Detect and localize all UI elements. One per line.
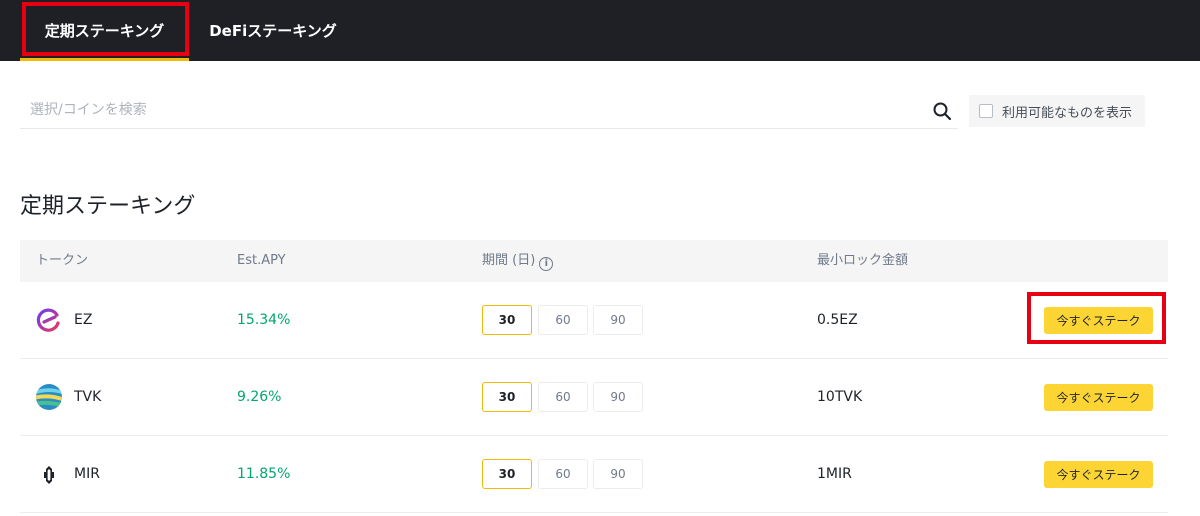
tab-defi-staking[interactable]: DeFiステーキング xyxy=(198,0,348,61)
stake-now-button[interactable]: 今すぐステーク xyxy=(1044,461,1153,488)
info-icon[interactable]: i xyxy=(539,257,554,271)
header-apy: Est.APY xyxy=(237,253,286,268)
table-row: TVK 9.26% 30 60 90 10TVK 今すぐステーク xyxy=(20,359,1168,436)
apy-value: 9.26% xyxy=(237,389,282,405)
ez-coin-icon xyxy=(36,308,60,332)
stake-now-button[interactable]: 今すぐステーク xyxy=(1044,307,1153,334)
duration-30-option[interactable]: 30 xyxy=(482,305,532,335)
min-lock-amount: 0.5EZ xyxy=(817,312,858,328)
duration-60-option[interactable]: 60 xyxy=(538,459,588,489)
mir-coin-icon xyxy=(44,466,54,484)
duration-90-option[interactable]: 90 xyxy=(593,305,643,335)
search-bar xyxy=(20,91,958,129)
coin-name: MIR xyxy=(74,466,100,482)
coin-name: TVK xyxy=(74,389,102,405)
duration-30-option[interactable]: 30 xyxy=(482,382,532,412)
page-title: 定期ステーキング xyxy=(20,194,196,219)
duration-60-option[interactable]: 60 xyxy=(538,305,588,335)
duration-90-option[interactable]: 90 xyxy=(593,382,643,412)
header-min-lock: 最小ロック金額 xyxy=(817,253,909,268)
tvk-coin-icon xyxy=(36,384,62,410)
table-row: MIR 11.85% 30 60 90 1MIR 今すぐステーク xyxy=(20,436,1168,513)
top-tab-bar: 定期ステーキング DeFiステーキング xyxy=(0,0,1200,61)
apy-value: 15.34% xyxy=(237,312,291,328)
header-token: トークン xyxy=(36,253,89,268)
header-duration-label: 期間 (日) xyxy=(482,253,536,268)
table-row: EZ 15.34% 30 60 90 0.5EZ 今すぐステーク xyxy=(20,282,1168,359)
search-input[interactable] xyxy=(30,99,910,121)
tab-defi-staking-label: DeFiステーキング xyxy=(209,22,337,40)
header-duration: 期間 (日) i xyxy=(482,240,554,282)
table-header: トークン Est.APY 期間 (日) i 最小ロック金額 xyxy=(20,240,1168,282)
duration-60-option[interactable]: 60 xyxy=(538,382,588,412)
stake-now-button[interactable]: 今すぐステーク xyxy=(1044,384,1153,411)
search-icon[interactable] xyxy=(932,101,952,121)
tab-fixed-staking-label: 定期ステーキング xyxy=(44,22,165,40)
apy-value: 11.85% xyxy=(237,466,291,482)
min-lock-amount: 10TVK xyxy=(817,389,863,405)
tab-fixed-staking[interactable]: 定期ステーキング xyxy=(20,0,189,61)
duration-90-option[interactable]: 90 xyxy=(593,459,643,489)
min-lock-amount: 1MIR xyxy=(817,466,852,482)
active-tab-underline xyxy=(20,58,189,61)
show-available-checkbox[interactable] xyxy=(979,104,993,118)
duration-30-option[interactable]: 30 xyxy=(482,459,532,489)
coin-name: EZ xyxy=(74,312,93,328)
show-available-filter[interactable]: 利用可能なものを表示 xyxy=(969,95,1145,127)
show-available-label: 利用可能なものを表示 xyxy=(1002,105,1133,121)
